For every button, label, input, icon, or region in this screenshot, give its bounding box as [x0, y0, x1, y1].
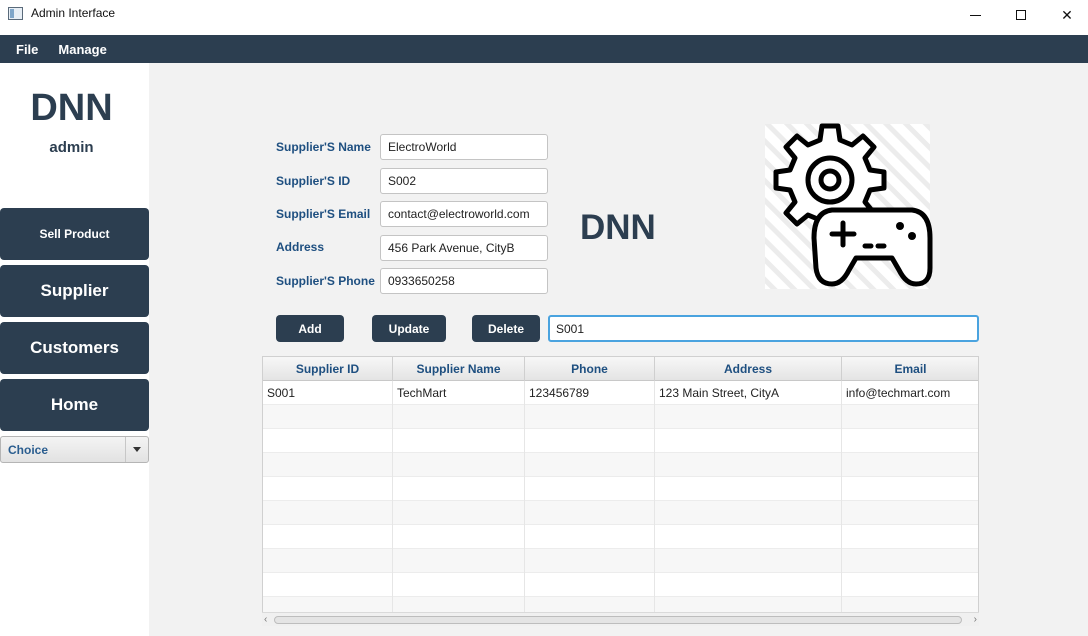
cell-phone: 123456789	[525, 381, 655, 405]
supplier-phone-input[interactable]	[380, 268, 548, 294]
update-button[interactable]: Update	[372, 315, 446, 342]
column-address[interactable]: Address	[655, 357, 842, 381]
close-icon: ✕	[1061, 6, 1073, 23]
center-brand: DNN	[580, 208, 656, 247]
delete-button[interactable]: Delete	[472, 315, 540, 342]
empty-row	[263, 429, 978, 453]
cell-supplier-name: TechMart	[393, 381, 525, 405]
minimize-icon	[969, 14, 981, 16]
empty-row	[263, 549, 978, 573]
cell-address: 123 Main Street, CityA	[655, 381, 842, 405]
supplier-name-input[interactable]	[380, 134, 548, 160]
empty-row	[263, 405, 978, 429]
supplier-email-label: Supplier'S Email	[276, 207, 371, 221]
supplier-table: Supplier ID Supplier Name Phone Address …	[262, 356, 979, 626]
empty-row	[263, 477, 978, 501]
cell-email: info@techmart.com	[842, 381, 978, 405]
scrollbar-thumb[interactable]	[274, 616, 962, 624]
choice-select[interactable]: Choice	[0, 436, 149, 463]
column-supplier-name[interactable]: Supplier Name	[393, 357, 525, 381]
horizontal-scrollbar[interactable]: ‹ ›	[262, 612, 979, 626]
search-input[interactable]	[548, 315, 979, 342]
column-phone[interactable]: Phone	[525, 357, 655, 381]
empty-row	[263, 501, 978, 525]
chevron-left-icon[interactable]: ‹	[264, 614, 267, 625]
maximize-button[interactable]	[998, 0, 1044, 30]
home-button[interactable]: Home	[0, 379, 149, 431]
sidebar: DNN admin Sell Product Supplier Customer…	[0, 63, 149, 636]
choice-select-value: Choice	[8, 443, 49, 457]
sidebar-brand: DNN	[30, 87, 113, 129]
gear-gamepad-icon	[765, 123, 933, 289]
table-header: Supplier ID Supplier Name Phone Address …	[263, 357, 978, 381]
empty-row	[263, 573, 978, 597]
sell-product-button[interactable]: Sell Product	[0, 208, 149, 260]
sidebar-user: admin	[49, 139, 94, 156]
supplier-id-input[interactable]	[380, 168, 548, 194]
customers-button[interactable]: Customers	[0, 322, 149, 374]
address-label: Address	[276, 240, 325, 254]
table-row[interactable]: S001 TechMart 123456789 123 Main Street,…	[263, 381, 978, 405]
supplier-name-label: Supplier'S Name	[276, 140, 371, 154]
supplier-button[interactable]: Supplier	[0, 265, 149, 317]
address-input[interactable]	[380, 235, 548, 261]
supplier-phone-label: Supplier'S Phone	[276, 274, 375, 288]
app-icon	[8, 7, 23, 20]
window-title: Admin Interface	[31, 6, 116, 20]
close-button[interactable]: ✕	[1044, 0, 1088, 30]
cell-supplier-id: S001	[263, 381, 393, 405]
menu-bar: File Manage	[0, 35, 1088, 63]
chevron-down-icon[interactable]	[125, 437, 148, 462]
empty-row	[263, 525, 978, 549]
add-button[interactable]: Add	[276, 315, 344, 342]
maximize-icon	[1016, 10, 1026, 20]
supplier-id-label: Supplier'S ID	[276, 174, 351, 188]
empty-row	[263, 453, 978, 477]
menu-manage[interactable]: Manage	[58, 42, 106, 57]
menu-file[interactable]: File	[16, 42, 38, 57]
column-supplier-id[interactable]: Supplier ID	[263, 357, 393, 381]
chevron-right-icon[interactable]: ›	[974, 614, 977, 625]
title-bar: Admin Interface ✕	[0, 0, 1088, 35]
minimize-button[interactable]	[952, 0, 998, 30]
column-email[interactable]: Email	[842, 357, 978, 381]
supplier-email-input[interactable]	[380, 201, 548, 227]
